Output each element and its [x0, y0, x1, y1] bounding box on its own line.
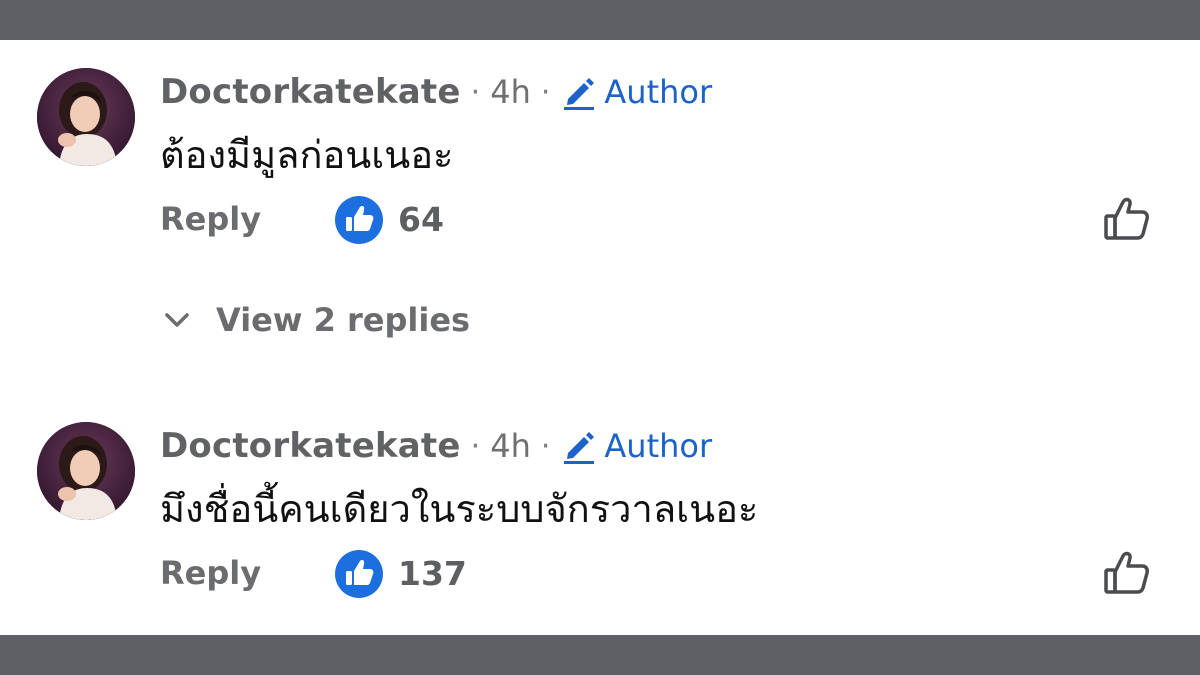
comment-text: มึงชื่อนี้คนเดียวในระบบจักรวาลเนอะ — [160, 487, 759, 531]
screenshot-frame: Doctorkatekate · 4h · Author ต้องมีมูลก่… — [0, 0, 1200, 675]
comment-item: Doctorkatekate · 4h · Author ต้องมีมูลก่… — [0, 40, 1200, 339]
pencil-icon — [560, 427, 598, 465]
thumbs-up-icon[interactable] — [334, 549, 384, 599]
view-replies-label: View 2 replies — [216, 301, 471, 339]
separator-dot: · — [540, 74, 551, 110]
comment-text: ต้องมีมูลก่อนเนอะ — [160, 133, 454, 177]
author-badge: Author — [604, 73, 713, 111]
avatar-image — [37, 422, 135, 520]
thumbs-up-icon[interactable] — [334, 195, 384, 245]
comment-meta: Doctorkatekate · 4h · Author — [160, 70, 712, 114]
thumbs-up-outline-icon[interactable] — [1100, 192, 1154, 246]
thumbs-up-outline-icon[interactable] — [1100, 546, 1154, 600]
like-count[interactable]: 137 — [398, 554, 467, 593]
reply-button[interactable]: Reply — [160, 200, 261, 238]
comment-item: Doctorkatekate · 4h · Author มึงชื่อนี้ค… — [0, 394, 1200, 598]
avatar[interactable] — [37, 422, 135, 520]
top-frame-bar — [0, 0, 1200, 40]
separator-dot: · — [470, 428, 481, 464]
timestamp[interactable]: 4h — [490, 73, 531, 111]
bottom-frame-bar — [0, 635, 1200, 675]
avatar[interactable] — [37, 68, 135, 166]
comments-panel: Doctorkatekate · 4h · Author ต้องมีมูลก่… — [0, 40, 1200, 635]
view-replies-button[interactable]: View 2 replies — [160, 298, 470, 342]
comment-meta: Doctorkatekate · 4h · Author — [160, 424, 712, 468]
like-count[interactable]: 64 — [398, 200, 444, 239]
pencil-icon — [560, 73, 598, 111]
separator-dot: · — [540, 428, 551, 464]
author-name[interactable]: Doctorkatekate — [160, 72, 461, 112]
author-name[interactable]: Doctorkatekate — [160, 426, 461, 466]
timestamp[interactable]: 4h — [490, 427, 531, 465]
reply-button[interactable]: Reply — [160, 554, 261, 592]
separator-dot: · — [470, 74, 481, 110]
author-badge: Author — [604, 427, 713, 465]
chevron-down-icon — [160, 303, 194, 337]
avatar-image — [37, 68, 135, 166]
